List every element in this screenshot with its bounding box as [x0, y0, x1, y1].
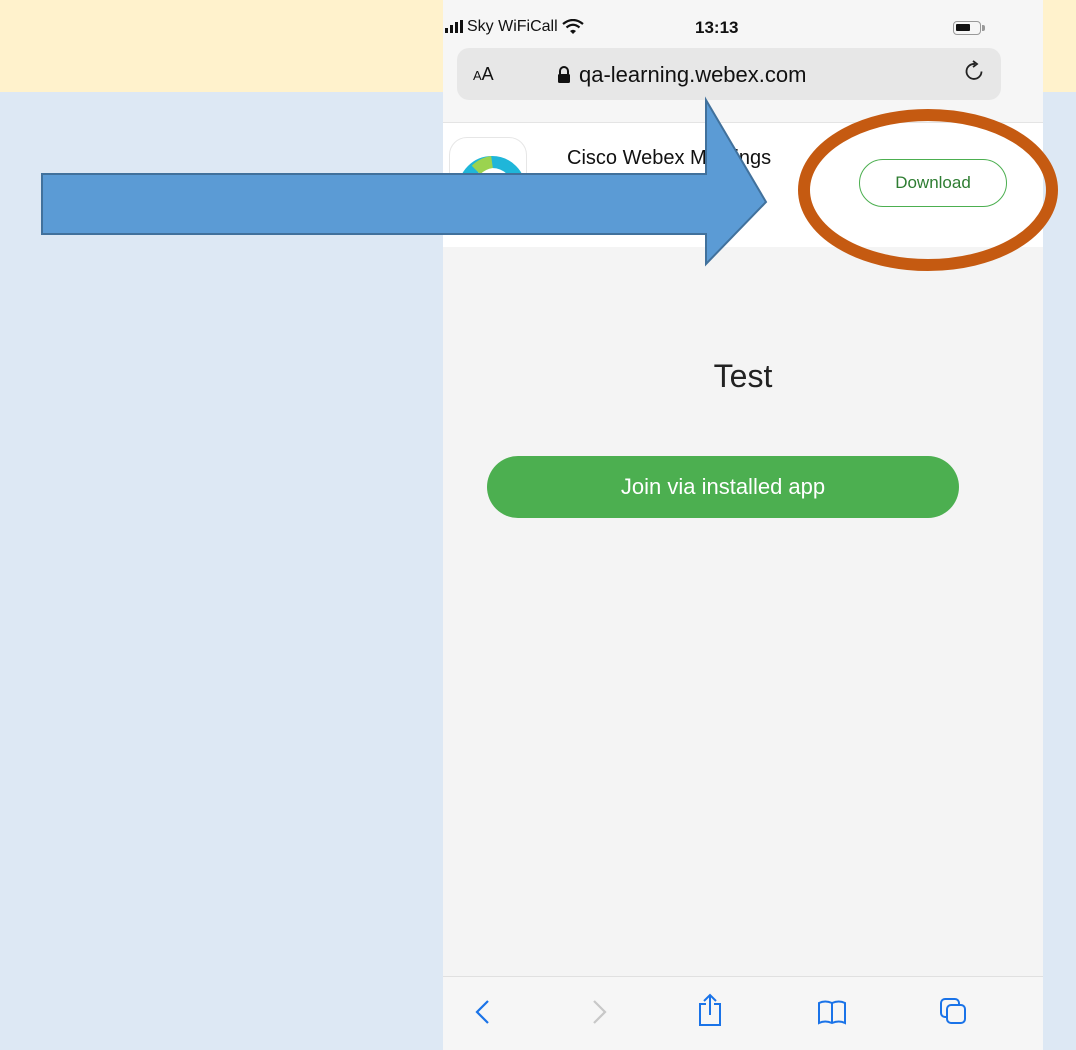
carrier-name: Sky WiFiCall	[467, 18, 558, 35]
reload-icon[interactable]	[963, 60, 987, 86]
browser-toolbar	[443, 976, 1043, 1050]
status-left: Sky WiFiCall	[445, 18, 584, 36]
battery-tip	[982, 25, 985, 31]
status-bar: Sky WiFiCall 13:13	[443, 0, 1043, 44]
address-bar[interactable]: AA qa-learning.webex.com	[457, 48, 1001, 100]
wifi-icon	[561, 19, 584, 34]
smart-app-banner: Cisco Webex Meetings the f Download	[443, 122, 1043, 247]
join-via-app-button[interactable]: Join via installed app	[487, 456, 959, 518]
phone-screenshot: Sky WiFiCall 13:13 AA qa-learning.webex.…	[443, 0, 1043, 1050]
page-title: Test	[713, 358, 773, 394]
lock-icon	[558, 66, 570, 83]
url-text: qa-learning.webex.com	[579, 62, 807, 87]
text-size-button[interactable]: AA	[473, 64, 494, 85]
tabs-icon[interactable]	[939, 997, 967, 1025]
app-banner-subtitle: the f	[567, 181, 597, 198]
status-time: 13:13	[695, 18, 739, 37]
url-display[interactable]: qa-learning.webex.com	[557, 62, 806, 88]
bookmarks-icon[interactable]	[817, 999, 847, 1025]
webex-app-icon	[449, 137, 527, 215]
share-icon[interactable]	[697, 993, 723, 1027]
app-banner-title: Cisco Webex Meetings	[567, 147, 772, 169]
signal-icon	[445, 20, 463, 33]
battery-icon	[953, 21, 981, 35]
back-icon[interactable]	[473, 999, 493, 1025]
download-button[interactable]: Download	[859, 159, 1007, 207]
forward-icon[interactable]	[589, 999, 609, 1025]
